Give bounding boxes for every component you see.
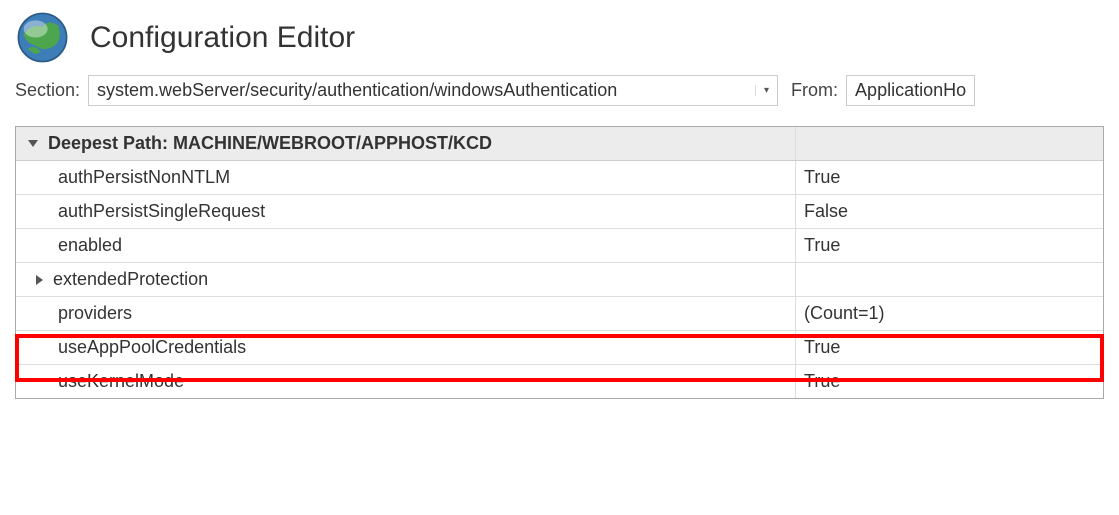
expand-triangle-icon[interactable] bbox=[36, 275, 43, 285]
collapse-triangle-icon[interactable] bbox=[28, 140, 38, 147]
page-title: Configuration Editor bbox=[90, 21, 355, 55]
section-row: Section: system.webServer/security/authe… bbox=[0, 70, 1119, 121]
grid-row[interactable]: authPersistNonNTLM True bbox=[16, 161, 1103, 195]
from-value: ApplicationHo bbox=[855, 80, 966, 100]
prop-name: authPersistSingleRequest bbox=[16, 195, 796, 228]
grid-row[interactable]: enabled True bbox=[16, 229, 1103, 263]
from-dropdown[interactable]: ApplicationHo bbox=[846, 75, 975, 106]
prop-name: authPersistNonNTLM bbox=[16, 161, 796, 194]
prop-value[interactable]: True bbox=[796, 161, 1103, 194]
property-grid: Deepest Path: MACHINE/WEBROOT/APPHOST/KC… bbox=[15, 126, 1104, 399]
chevron-down-icon[interactable]: ▾ bbox=[755, 85, 769, 96]
prop-value[interactable]: True bbox=[796, 331, 1103, 364]
grid-row[interactable]: providers (Count=1) bbox=[16, 297, 1103, 331]
grid-header-row[interactable]: Deepest Path: MACHINE/WEBROOT/APPHOST/KC… bbox=[16, 127, 1103, 161]
prop-name: providers bbox=[16, 297, 796, 330]
section-label: Section: bbox=[15, 80, 80, 101]
globe-icon bbox=[15, 10, 70, 65]
prop-name-expandable: extendedProtection bbox=[16, 263, 796, 296]
grid-row[interactable]: extendedProtection bbox=[16, 263, 1103, 297]
deepest-path-label: Deepest Path: MACHINE/WEBROOT/APPHOST/KC… bbox=[48, 133, 492, 154]
grid-row[interactable]: authPersistSingleRequest False bbox=[16, 195, 1103, 229]
prop-value[interactable] bbox=[796, 263, 1103, 296]
prop-value[interactable]: True bbox=[796, 365, 1103, 398]
grid-row[interactable]: useAppPoolCredentials True bbox=[16, 331, 1103, 365]
prop-name: enabled bbox=[16, 229, 796, 262]
prop-value[interactable]: False bbox=[796, 195, 1103, 228]
prop-name: useKernelMode bbox=[16, 365, 796, 398]
grid-row[interactable]: useKernelMode True bbox=[16, 365, 1103, 398]
section-dropdown[interactable]: system.webServer/security/authentication… bbox=[88, 75, 778, 106]
prop-value[interactable]: True bbox=[796, 229, 1103, 262]
section-value: system.webServer/security/authentication… bbox=[97, 80, 617, 101]
prop-name: useAppPoolCredentials bbox=[16, 331, 796, 364]
header: Configuration Editor bbox=[0, 0, 1119, 70]
from-label: From: bbox=[791, 80, 838, 101]
prop-value[interactable]: (Count=1) bbox=[796, 297, 1103, 330]
